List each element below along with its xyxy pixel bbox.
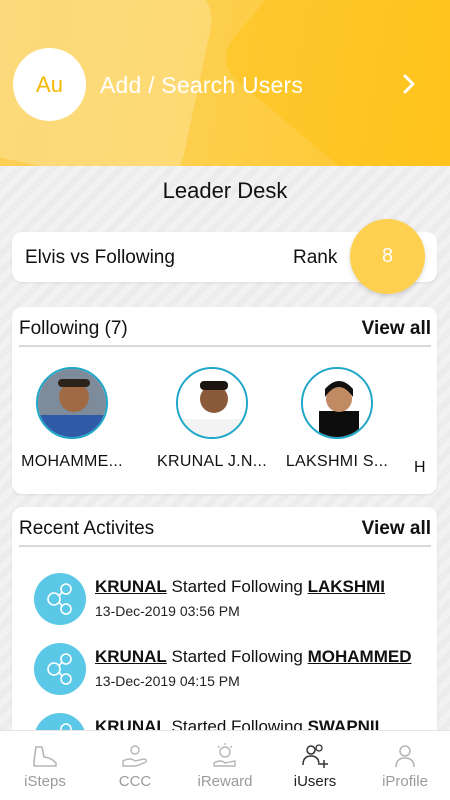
follow-network-icon — [34, 573, 86, 625]
following-card: Following (7) View all MOHAMME... KRUNAL… — [12, 307, 437, 494]
activity-item[interactable]: KRUNAL Started Following LAKSHMI 13-Dec-… — [34, 573, 434, 633]
activity-action: Started Following — [171, 577, 303, 596]
add-search-users-link[interactable]: Add / Search Users — [100, 72, 303, 99]
following-header: Following (7) View all — [19, 317, 431, 347]
activity-time: 13-Dec-2019 04:15 PM — [95, 673, 240, 689]
following-person[interactable]: MOHAMME... — [12, 367, 132, 471]
rank-badge: 8 — [350, 219, 425, 294]
recent-activities-card: Recent Activites View all KRUNAL Started… — [12, 507, 437, 737]
following-title: Following (7) — [19, 318, 128, 339]
avatar-initials: Au — [36, 71, 63, 97]
nav-label: iProfile — [382, 773, 428, 790]
activity-actor-link[interactable]: KRUNAL — [95, 577, 167, 596]
following-person[interactable]: H — [392, 367, 437, 477]
activity-target-link[interactable]: MOHAMMED — [308, 647, 412, 666]
following-person[interactable]: KRUNAL J.N... — [152, 367, 272, 471]
hand-icon — [122, 745, 147, 767]
person-name: MOHAMME... — [21, 453, 123, 470]
person-photo — [36, 367, 108, 439]
nav-item-iprofile[interactable]: iProfile — [360, 731, 450, 800]
activity-item[interactable]: KRUNAL Started Following MOHAMMED 13-Dec… — [34, 643, 434, 703]
nav-item-ccc[interactable]: CCC — [90, 731, 180, 800]
following-person[interactable]: LAKSHMI S... — [277, 367, 397, 471]
activity-actor-link[interactable]: KRUNAL — [95, 647, 167, 666]
person-photo — [176, 367, 248, 439]
activities-header: Recent Activites View all — [19, 517, 431, 547]
rank-comparison-label: Elvis vs Following — [25, 247, 175, 268]
person-photo — [301, 367, 373, 439]
nav-item-ireward[interactable]: iReward — [180, 731, 270, 800]
nav-label: iReward — [197, 773, 253, 790]
avatar[interactable]: Au — [13, 48, 86, 121]
person-name: KRUNAL J.N... — [157, 453, 267, 470]
activity-action: Started Following — [171, 647, 303, 666]
nav-label: iSteps — [24, 773, 66, 790]
rank-label: Rank — [293, 247, 338, 268]
activity-time: 13-Dec-2019 03:56 PM — [95, 603, 240, 619]
profile-icon — [395, 745, 415, 768]
following-view-all-link[interactable]: View all — [362, 318, 431, 340]
users-icon — [302, 744, 328, 768]
nav-label: CCC — [118, 773, 152, 790]
nav-item-iusers[interactable]: iUsers — [270, 731, 360, 800]
activities-view-all-link[interactable]: View all — [362, 518, 431, 540]
activity-target-link[interactable]: LAKSHMI — [308, 577, 385, 596]
person-name: LAKSHMI S... — [285, 453, 389, 470]
rank-value: 8 — [381, 245, 394, 267]
activity-text: KRUNAL Started Following LAKSHMI — [95, 577, 385, 597]
person-name: H — [414, 459, 426, 476]
reward-icon — [213, 743, 236, 767]
activity-text: KRUNAL Started Following MOHAMMED — [95, 647, 411, 667]
follow-network-icon — [34, 643, 86, 695]
nav-label: iUsers — [293, 773, 337, 790]
activities-title: Recent Activites — [19, 518, 155, 539]
nav-item-isteps[interactable]: iSteps — [0, 731, 90, 800]
bottom-navigation: iSteps CCC iReward iUsers iProfile — [0, 730, 450, 800]
shoe-icon — [33, 746, 57, 767]
chevron-right-icon[interactable] — [398, 72, 420, 96]
page-title: Leader Desk — [162, 178, 288, 203]
